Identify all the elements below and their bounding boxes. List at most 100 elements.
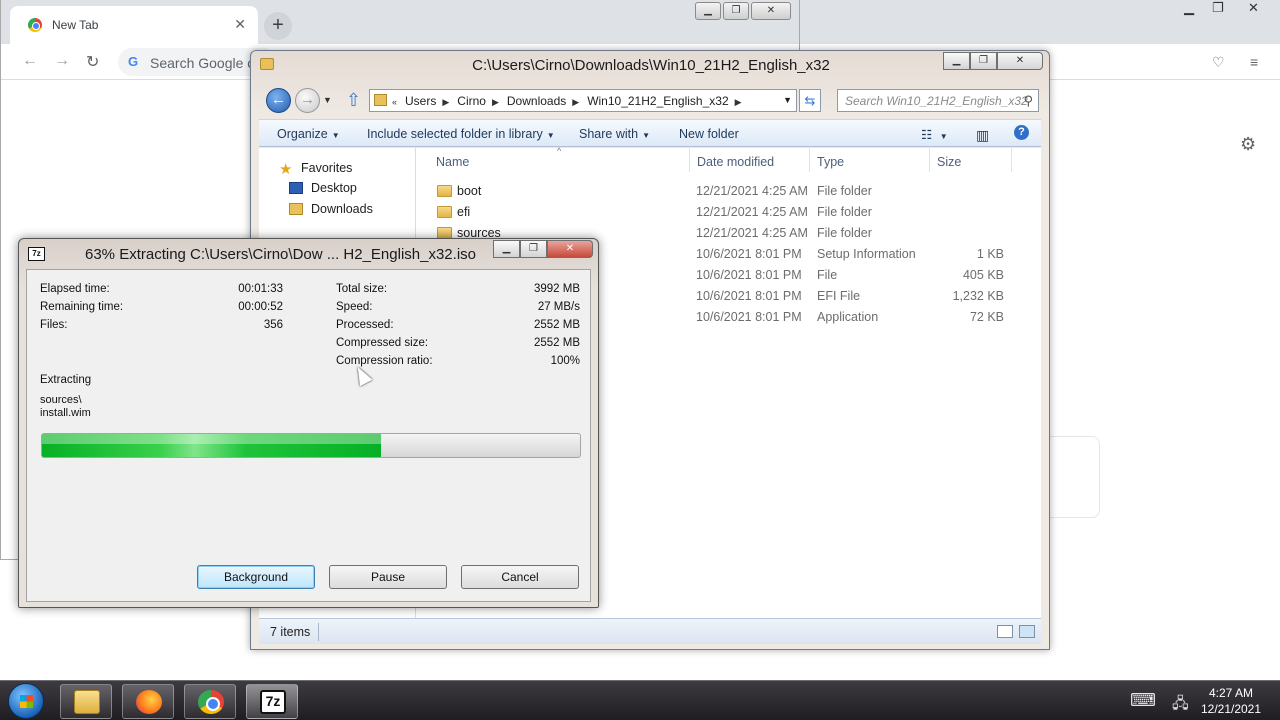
file-list-header: ^ Name Date modified Type Size xyxy=(417,146,1041,172)
menu-icon[interactable]: ≡ xyxy=(1250,54,1258,70)
cancel-button[interactable]: Cancel xyxy=(461,565,579,589)
taskbar-7zip[interactable]: 7z xyxy=(246,684,298,719)
operation-label: Extracting xyxy=(40,374,92,386)
pause-button[interactable]: Pause xyxy=(329,565,447,589)
back-button[interactable]: ← xyxy=(266,88,291,113)
recent-pages-dropdown-icon[interactable]: ▼ xyxy=(323,95,332,105)
file-explorer-icon xyxy=(74,690,100,714)
restore-icon[interactable]: ❐ xyxy=(1212,0,1224,20)
window-controls: ▁ ❐ ✕ xyxy=(493,240,593,258)
chevron-right-icon[interactable]: ▶ xyxy=(442,97,449,107)
chevron-right-icon[interactable]: ▶ xyxy=(572,97,579,107)
chevron-down-icon[interactable]: ▼ xyxy=(783,95,792,105)
column-divider[interactable] xyxy=(929,148,930,172)
chevron-down-icon: ▼ xyxy=(546,131,555,140)
file-type: Application xyxy=(817,310,879,324)
chevron-right-icon[interactable]: ▶ xyxy=(735,97,742,107)
breadcrumb-downloads[interactable]: Downloads xyxy=(507,94,566,108)
share-with-menu[interactable]: Share with ▼ xyxy=(579,127,650,141)
organize-menu[interactable]: Organize ▼ xyxy=(277,127,340,141)
chrome-tab-new-tab[interactable]: New Tab ✕ xyxy=(10,6,258,44)
close-tab-icon[interactable]: ✕ xyxy=(234,16,246,33)
back-arrow-icon[interactable]: ← xyxy=(22,52,38,70)
files-value: 356 xyxy=(263,319,283,331)
nav-item-downloads[interactable]: Downloads xyxy=(289,202,373,216)
file-size: 1,232 KB xyxy=(952,289,1004,303)
breadcrumb: « Users ▶ Cirno ▶ Downloads ▶ Win10_21H2_Englis… xyxy=(392,94,750,108)
chrome-favicon-icon xyxy=(28,18,42,32)
elapsed-time-label: Elapsed time: xyxy=(40,283,110,295)
preview-pane-icon[interactable]: ▥ xyxy=(976,127,989,144)
search-input[interactable]: Search Win10_21H2_English_x32 ⚲ xyxy=(837,89,1039,112)
column-type[interactable]: Type xyxy=(817,155,844,169)
maximize-button[interactable]: ❐ xyxy=(970,52,997,70)
view-options-icon[interactable]: ☷ ▼ xyxy=(921,127,948,142)
remaining-time-value: 00:00:52 xyxy=(238,301,283,313)
refresh-button[interactable]: ⇆ xyxy=(799,89,821,112)
nav-item-desktop[interactable]: Desktop xyxy=(289,181,357,195)
shortcut-card xyxy=(1048,436,1100,518)
keyboard-icon[interactable]: ⌨ xyxy=(1130,690,1156,711)
large-icons-view-icon[interactable] xyxy=(1019,625,1035,638)
taskbar-chrome[interactable] xyxy=(184,684,236,719)
minimize-icon[interactable]: ▁ xyxy=(1184,0,1194,20)
window-controls: ▁ ❐ ✕ xyxy=(943,52,1043,70)
network-icon[interactable]: 🖧 xyxy=(1172,693,1189,718)
minimize-button[interactable]: ▁ xyxy=(493,240,520,258)
close-icon[interactable]: ✕ xyxy=(1248,0,1259,20)
taskbar-firefox[interactable] xyxy=(122,684,174,719)
compressed-size-value: 2552 MB xyxy=(533,337,580,349)
background-button[interactable]: Background xyxy=(197,565,315,589)
speed-value: 27 MB/s xyxy=(537,301,580,313)
system-clock[interactable]: 4:27 AM 12/21/2021 xyxy=(1196,685,1266,717)
close-button[interactable]: ✕ xyxy=(547,240,593,258)
search-icon: ⚲ xyxy=(1023,93,1033,108)
forward-button[interactable]: → xyxy=(295,88,320,113)
forward-arrow-icon[interactable]: → xyxy=(54,52,70,70)
chrome-icon xyxy=(198,690,224,714)
file-size: 1 KB xyxy=(976,247,1004,261)
up-arrow-icon[interactable]: ⇧ xyxy=(346,90,361,111)
desktop-icon xyxy=(289,182,303,194)
breadcrumb-current-folder[interactable]: Win10_21H2_English_x32 xyxy=(587,94,728,108)
minimize-button[interactable]: ▁ xyxy=(943,52,970,70)
maximize-button[interactable]: ❐ xyxy=(520,240,547,258)
file-row[interactable]: boot 12/21/2021 4:25 AM File folder xyxy=(417,181,1041,202)
nav-item-favorites[interactable]: ★ Favorites xyxy=(279,160,352,178)
total-size-value: 3992 MB xyxy=(533,283,580,295)
folder-icon xyxy=(437,185,452,197)
taskbar-explorer[interactable] xyxy=(60,684,112,719)
column-name[interactable]: Name xyxy=(436,155,469,169)
column-divider[interactable] xyxy=(809,148,810,172)
details-view-icon[interactable] xyxy=(997,625,1013,638)
taskbar: 7z ⌨ 🖧 4:27 AM 12/21/2021 xyxy=(0,680,1280,720)
column-divider[interactable] xyxy=(1011,148,1012,172)
start-button[interactable] xyxy=(8,683,44,719)
nav-label: Downloads xyxy=(311,202,373,216)
include-in-library-menu[interactable]: Include selected folder in library ▼ xyxy=(367,127,555,141)
reload-icon[interactable]: ↻ xyxy=(86,52,99,72)
new-folder-button[interactable]: New folder xyxy=(679,127,739,141)
pocket-icon[interactable]: ♡ xyxy=(1212,54,1225,71)
file-date: 10/6/2021 8:01 PM xyxy=(696,310,802,324)
7zip-icon: 7z xyxy=(260,690,286,714)
folder-icon xyxy=(374,94,387,106)
address-bar[interactable]: « Users ▶ Cirno ▶ Downloads ▶ Win10_21H2_Englis… xyxy=(369,89,797,112)
chevron-right-icon[interactable]: ▶ xyxy=(492,97,499,107)
dialog-body: Elapsed time: 00:01:33 Remaining time: 0… xyxy=(26,269,591,602)
help-icon[interactable]: ? xyxy=(1014,125,1029,140)
google-g-icon: G xyxy=(128,54,139,69)
breadcrumb-users[interactable]: Users xyxy=(405,94,436,108)
new-tab-button[interactable]: + xyxy=(264,12,292,40)
speed-label: Speed: xyxy=(336,301,373,313)
close-button[interactable]: ✕ xyxy=(997,52,1043,70)
breadcrumb-overflow-icon[interactable]: « xyxy=(392,97,397,107)
breadcrumb-cirno[interactable]: Cirno xyxy=(457,94,486,108)
column-date-modified[interactable]: Date modified xyxy=(697,155,774,169)
column-divider[interactable] xyxy=(689,148,690,172)
file-row[interactable]: efi 12/21/2021 4:25 AM File folder xyxy=(417,202,1041,223)
file-size: 72 KB xyxy=(969,310,1004,324)
gear-icon[interactable]: ⚙ xyxy=(1240,134,1256,155)
column-size[interactable]: Size xyxy=(937,155,961,169)
file-type: File folder xyxy=(817,184,872,198)
